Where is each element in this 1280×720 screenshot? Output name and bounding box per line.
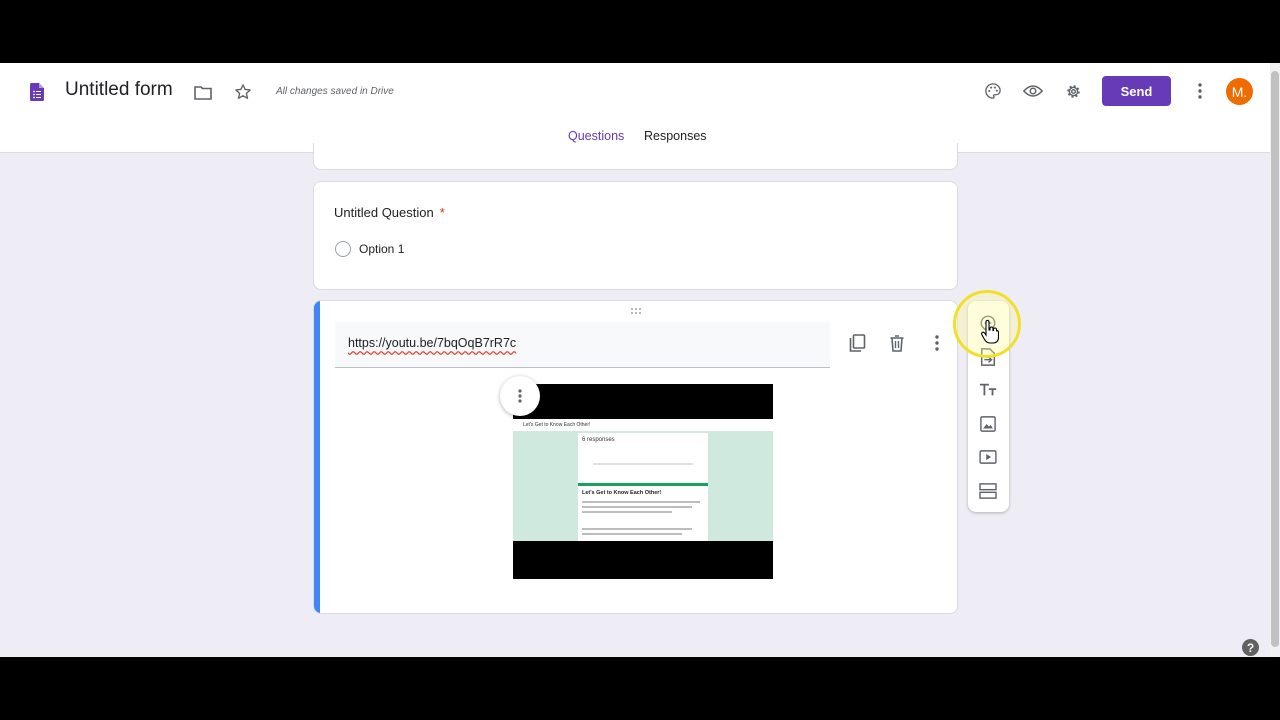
drag-handle-icon[interactable]: [629, 307, 645, 315]
add-section-icon[interactable]: [976, 479, 1000, 503]
question-title-text: Untitled Question: [334, 205, 434, 220]
thumbnail-form-panel: 6 responses Let's Get to Know Each Other…: [578, 433, 708, 541]
top-header: Untitled form All changes saved in Drive…: [0, 63, 1270, 153]
thumbnail-line: [582, 533, 682, 535]
add-video-icon[interactable]: [976, 445, 1000, 469]
send-button[interactable]: Send: [1102, 76, 1171, 106]
form-title[interactable]: Untitled form: [65, 79, 173, 101]
forms-app: Untitled form All changes saved in Drive…: [0, 63, 1280, 657]
page-scrollbar[interactable]: [1270, 63, 1280, 657]
question-card[interactable]: Untitled Question * Option 1: [313, 181, 958, 290]
thumbnail-stripe: [578, 483, 708, 486]
thumbnail-responses: 6 responses: [582, 437, 615, 443]
video-url-text: https://youtu.be/7bqOqB7rR7c: [348, 336, 517, 350]
google-forms-logo[interactable]: [30, 83, 44, 101]
thumbnail-line: [593, 463, 693, 465]
settings-gear-icon[interactable]: [1063, 81, 1083, 101]
previous-card[interactable]: [313, 143, 958, 170]
option-label[interactable]: Option 1: [359, 242, 404, 256]
add-image-icon[interactable]: [976, 412, 1000, 436]
option-radio[interactable]: [335, 241, 351, 257]
palette-icon[interactable]: [983, 81, 1003, 101]
duplicate-item-icon[interactable]: [847, 333, 867, 353]
hand-cursor-icon: [981, 320, 999, 344]
image-options-button[interactable]: [500, 376, 540, 416]
thumbnail-screen: Let's Get to Know Each Other! 6 response…: [513, 419, 773, 541]
help-icon[interactable]: ?: [1242, 639, 1259, 656]
add-title-icon[interactable]: [976, 378, 1000, 402]
video-thumbnail[interactable]: Let's Get to Know Each Other! 6 response…: [513, 384, 773, 579]
video-item-card[interactable]: https://youtu.be/7bqOqB7rR7c Let's Get t…: [313, 300, 958, 614]
required-asterisk: *: [439, 205, 445, 220]
more-vert-icon[interactable]: [1190, 81, 1210, 101]
save-status: All changes saved in Drive: [276, 86, 394, 97]
scrollbar-thumb[interactable]: [1271, 71, 1279, 647]
active-card-indicator: [314, 301, 320, 613]
thumbnail-heading: Let's Get to Know Each Other!: [582, 490, 662, 496]
question-title[interactable]: Untitled Question *: [334, 205, 445, 220]
item-more-vert-icon[interactable]: [927, 333, 947, 353]
thumbnail-line: [582, 528, 692, 530]
star-icon[interactable]: [233, 82, 253, 102]
account-avatar[interactable]: M.: [1226, 78, 1253, 105]
duplicate-icon[interactable]: [847, 394, 867, 414]
thumbnail-line: [582, 501, 700, 503]
tab-questions[interactable]: Questions: [568, 129, 624, 143]
tab-responses[interactable]: Responses: [644, 129, 707, 143]
thumbnail-line: [582, 506, 692, 508]
preview-eye-icon[interactable]: [1023, 81, 1043, 101]
folder-icon[interactable]: [193, 82, 213, 102]
thumbnail-tab-title: Let's Get to Know Each Other!: [523, 422, 591, 428]
video-url-input[interactable]: https://youtu.be/7bqOqB7rR7c: [335, 322, 830, 368]
thumbnail-line: [582, 511, 672, 513]
delete-trash-icon[interactable]: [887, 333, 907, 353]
